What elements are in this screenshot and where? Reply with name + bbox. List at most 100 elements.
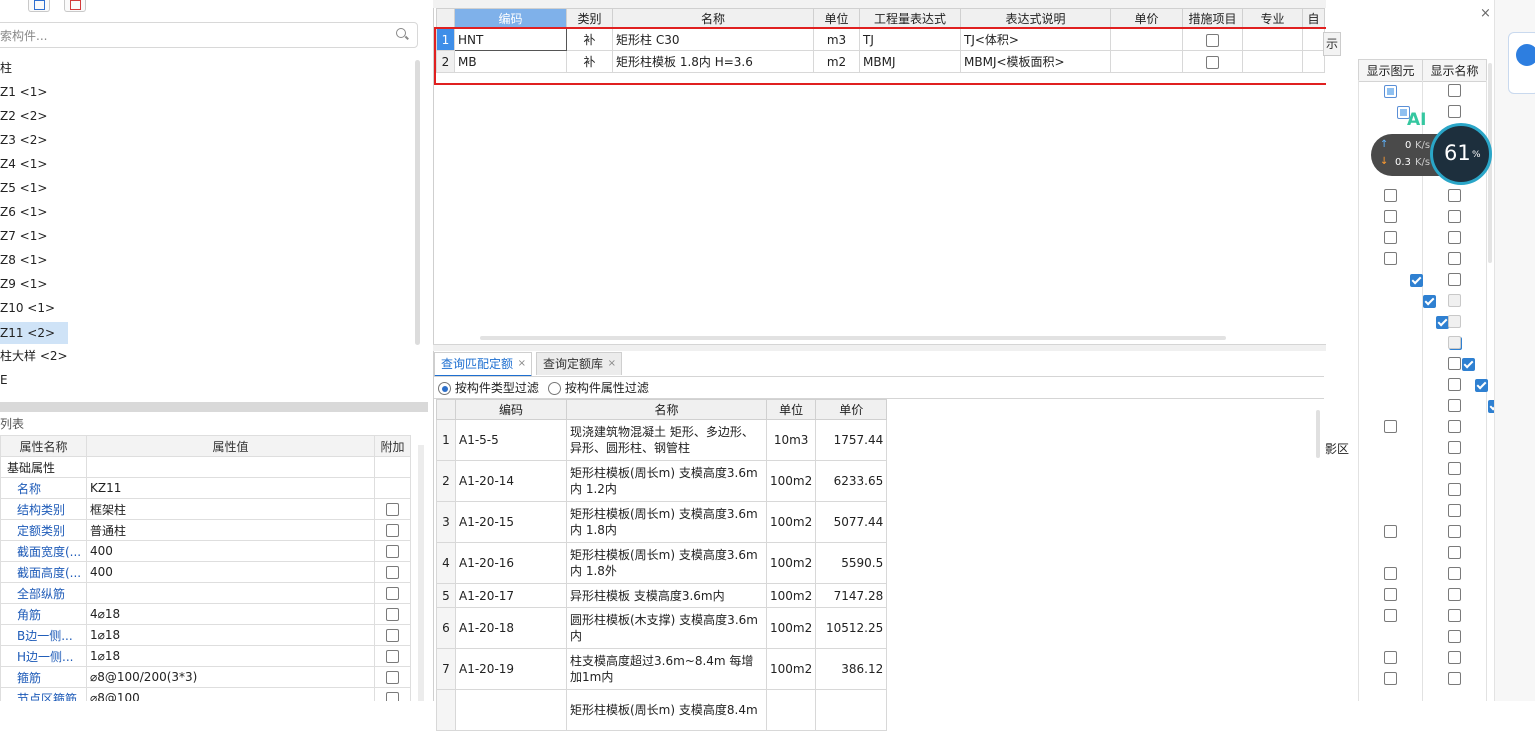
cell-code[interactable]: A1-20-18 (455, 607, 567, 649)
cell-price[interactable]: 7147.28 (815, 583, 888, 608)
user-icon[interactable] (1516, 44, 1535, 66)
grid-splitter[interactable] (433, 344, 1326, 351)
extra-checkbox[interactable] (386, 503, 399, 516)
prop-value[interactable]: ⌀8@100/200(3*3) (86, 666, 375, 688)
display-checkbox[interactable] (1384, 231, 1397, 244)
property-scrollbar[interactable] (418, 445, 424, 701)
extra-checkbox[interactable] (386, 692, 399, 701)
tab-query-matched-quota[interactable]: 查询匹配定额 × (434, 352, 533, 377)
tab-query-quota-library[interactable]: 查询定额库 × (536, 352, 623, 375)
display-checkbox[interactable] (1448, 651, 1461, 664)
display-checkbox[interactable] (1448, 567, 1461, 580)
col-type[interactable]: 类别 (566, 8, 613, 29)
cell-name[interactable]: 异形柱模板 支模高度3.6m内 (566, 583, 767, 608)
cell-price[interactable]: 386.12 (815, 648, 888, 690)
display-checkbox[interactable] (1423, 295, 1436, 308)
filter-by-attribute[interactable]: 按构件属性过滤 (548, 379, 649, 396)
display-checkbox[interactable] (1448, 105, 1461, 118)
display-checkbox[interactable] (1384, 189, 1397, 202)
search-icon[interactable] (396, 28, 406, 38)
close-icon[interactable]: × (1480, 6, 1491, 21)
cell-price[interactable]: 6233.65 (815, 460, 888, 502)
radio-off[interactable] (548, 382, 561, 395)
table-row[interactable]: 5 A1-20-17 异形柱模板 支模高度3.6m内 100m2 7147.28 (436, 583, 888, 608)
display-checkbox[interactable] (1448, 630, 1461, 643)
cell-code[interactable] (455, 689, 567, 731)
tree-item[interactable]: Z1 <1> (0, 81, 53, 103)
display-checkbox[interactable] (1448, 546, 1461, 559)
display-checkbox[interactable] (1384, 252, 1397, 265)
cell-name[interactable]: 圆形柱模板(木支撑) 支模高度3.6m内 (566, 607, 767, 649)
cell-unit[interactable]: 100m2 (765, 648, 817, 690)
cell-price[interactable]: 10512.25 (815, 607, 888, 649)
grid-h-scrollbar[interactable] (480, 336, 1226, 340)
extra-checkbox[interactable] (386, 671, 399, 684)
prop-value[interactable]: 1⌀18 (86, 645, 375, 667)
prop-value[interactable]: 400 (86, 540, 375, 562)
display-checkbox[interactable] (1448, 210, 1461, 223)
display-checkbox[interactable] (1384, 420, 1397, 433)
row-number[interactable]: 2 (436, 460, 456, 502)
cell-unit[interactable]: 100m2 (765, 542, 817, 584)
display-checkbox[interactable] (1448, 399, 1461, 412)
col-code[interactable]: 编码 (455, 399, 567, 420)
display-checkbox[interactable] (1384, 567, 1397, 580)
display-checkbox[interactable] (1448, 588, 1461, 601)
col-show-element[interactable]: 显示图元 (1358, 59, 1423, 82)
col-unit[interactable]: 单位 (813, 8, 860, 29)
display-checkbox[interactable] (1384, 525, 1397, 538)
close-icon[interactable]: × (518, 353, 526, 375)
tree-item[interactable]: Z2 <2> (0, 105, 53, 127)
col-prop-name[interactable]: 属性名称 (0, 435, 87, 457)
display-checkbox[interactable] (1475, 379, 1488, 392)
row-number[interactable]: 4 (436, 542, 456, 584)
prop-value[interactable]: KZ11 (86, 477, 375, 499)
col-prop-value[interactable]: 属性值 (86, 435, 375, 457)
prop-value[interactable]: 普通柱 (86, 519, 375, 541)
display-checkbox[interactable] (1448, 504, 1461, 517)
table-row[interactable]: 7 A1-20-19 柱支模高度超过3.6m~8.4m 每增加1m内 100m2… (436, 648, 888, 690)
tree-item[interactable]: Z9 <1> (0, 273, 53, 295)
prop-value[interactable]: ⌀8@100 (86, 687, 375, 701)
cell-code[interactable]: A1-20-19 (455, 648, 567, 690)
col-price[interactable]: 单价 (815, 399, 888, 420)
col-expr[interactable]: 工程量表达式 (859, 8, 961, 29)
display-checkbox[interactable] (1448, 231, 1461, 244)
extra-checkbox[interactable] (386, 608, 399, 621)
display-checkbox[interactable] (1384, 210, 1397, 223)
cell-code[interactable]: A1-20-16 (455, 542, 567, 584)
cell-name[interactable]: 矩形柱模板(周长m) 支模高度3.6m内 1.8内 (566, 501, 767, 543)
row-number[interactable]: 5 (436, 583, 456, 608)
table-row[interactable]: 1 A1-5-5 现浇建筑物混凝土 矩形、多边形、异形、圆形柱、钢管柱 10m3… (436, 419, 888, 461)
extra-checkbox[interactable] (386, 629, 399, 642)
filter-by-type[interactable]: 按构件类型过滤 (438, 379, 539, 396)
extra-checkbox[interactable] (386, 524, 399, 537)
cell-price[interactable]: 1757.44 (815, 419, 888, 461)
col-measure[interactable]: 措施项目 (1182, 8, 1243, 29)
col-name[interactable]: 名称 (612, 8, 814, 29)
display-checkbox[interactable] (1384, 609, 1397, 622)
display-checkbox[interactable] (1462, 358, 1475, 371)
cell-name[interactable]: 矩形柱模板(周长m) 支模高度3.6m内 1.2内 (566, 460, 767, 502)
cell-name[interactable]: 矩形柱模板(周长m) 支模高度3.6m内 1.8外 (566, 542, 767, 584)
tree-item[interactable]: Z10 <1> (0, 297, 61, 319)
search-box[interactable] (0, 22, 418, 48)
row-number[interactable]: 1 (436, 419, 456, 461)
cell-unit[interactable]: 100m2 (765, 607, 817, 649)
display-checkbox[interactable] (1448, 525, 1461, 538)
search-input[interactable]: 索构件... (0, 27, 47, 44)
row-number[interactable]: 7 (436, 648, 456, 690)
tree-group[interactable]: E (0, 369, 14, 391)
row-number[interactable]: 3 (436, 501, 456, 543)
display-checkbox[interactable] (1448, 189, 1461, 202)
display-checkbox[interactable] (1448, 483, 1461, 496)
panel-splitter[interactable] (0, 402, 428, 412)
ai-badge[interactable]: AI (1407, 110, 1426, 130)
prop-group-basic[interactable]: 基础属性 (0, 456, 87, 478)
display-checkbox[interactable] (1448, 84, 1461, 97)
display-checkbox[interactable] (1448, 462, 1461, 475)
tree-item[interactable]: Z6 <1> (0, 201, 53, 223)
tree-item[interactable]: Z5 <1> (0, 177, 53, 199)
col-price[interactable]: 单价 (1110, 8, 1183, 29)
display-checkbox[interactable] (1384, 588, 1397, 601)
